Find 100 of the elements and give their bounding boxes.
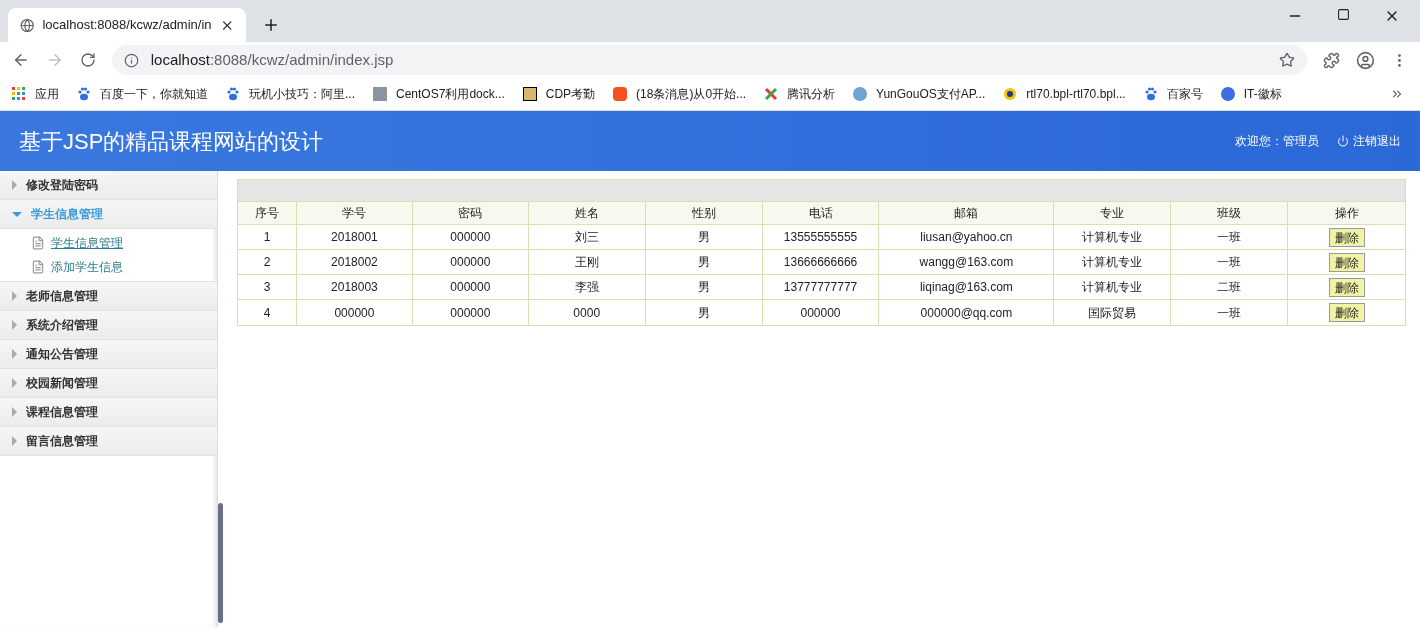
column-header: 操作 xyxy=(1333,205,1360,222)
table-cell: wangg@163.com xyxy=(879,250,1055,274)
bookmark-item[interactable]: 百家号 xyxy=(1143,85,1203,103)
table-cell: 男 xyxy=(645,250,763,274)
bookmark-item[interactable]: IT-徽标 xyxy=(1220,85,1282,103)
profile-icon[interactable] xyxy=(1356,50,1376,70)
browser-tab[interactable]: localhost:8088/kcwz/admin/in xyxy=(8,8,246,42)
bookmark-item[interactable]: 应用 xyxy=(12,85,59,103)
paw-icon xyxy=(77,87,91,101)
url-text: localhost:8088/kcwz/admin/index.jsp xyxy=(150,49,394,70)
delete-button[interactable]: 删除 xyxy=(1328,277,1365,297)
back-icon[interactable] xyxy=(12,51,30,69)
menu-group[interactable]: 校园新闻管理 xyxy=(0,369,217,398)
delete-button[interactable]: 删除 xyxy=(1328,252,1365,272)
table-cell: 男 xyxy=(645,225,763,249)
submenu-link[interactable]: 学生信息管理 xyxy=(51,234,123,252)
extensions-icon[interactable] xyxy=(1323,51,1341,69)
globe-icon xyxy=(20,17,35,33)
bookmark-item[interactable]: 腾讯分析 xyxy=(764,85,836,103)
picture-frame-icon xyxy=(522,87,537,101)
menu-group[interactable]: 留言信息管理 xyxy=(0,427,217,456)
table-cell: 13555555555 xyxy=(762,225,880,249)
page-icon xyxy=(31,236,45,250)
maximize-icon[interactable] xyxy=(1337,8,1350,21)
table-cell: 000000@qq.com xyxy=(879,300,1055,325)
caret-right-icon xyxy=(12,436,17,446)
caret-right-icon xyxy=(12,180,17,190)
caret-right-icon xyxy=(12,320,17,330)
table-cell: 男 xyxy=(645,275,763,299)
table-cell: 000000 xyxy=(412,250,529,274)
column-header: 序号 xyxy=(238,202,297,224)
bookmark-item[interactable]: rtl70.bpl-rtl70.bpl... xyxy=(1003,85,1126,103)
caret-right-icon xyxy=(12,291,17,301)
circle-logo-icon xyxy=(853,87,868,101)
column-header: 密码 xyxy=(412,202,529,224)
reload-icon[interactable] xyxy=(79,52,96,68)
column-header: 专业 xyxy=(1054,202,1172,224)
paw-icon xyxy=(1143,87,1158,101)
menu-group[interactable]: 通知公告管理 xyxy=(0,340,217,369)
table-cell: 0000 xyxy=(528,300,646,325)
delete-button[interactable]: 删除 xyxy=(1328,303,1365,322)
table-cell: 2018003 xyxy=(296,275,413,299)
circle-logo-icon xyxy=(1220,87,1235,101)
new-tab-icon[interactable] xyxy=(262,16,280,34)
column-header: 电话 xyxy=(762,202,880,224)
table-cell: 一班 xyxy=(1171,300,1289,325)
table-cell: 13666666666 xyxy=(762,250,880,274)
splitter-handle[interactable] xyxy=(218,503,223,623)
table-cell: 000000 xyxy=(762,300,880,325)
table-cell: 000000 xyxy=(412,275,529,299)
column-header: 性别 xyxy=(645,202,763,224)
paw-icon xyxy=(226,87,240,101)
disc-icon xyxy=(1003,87,1018,101)
table-cell: 刘三 xyxy=(528,225,646,249)
column-header: 姓名 xyxy=(528,202,646,224)
table-cell: 二班 xyxy=(1171,275,1289,299)
bookmark-item[interactable]: CDP考勤 xyxy=(522,85,596,103)
letter-tile-icon xyxy=(613,87,628,101)
page-icon xyxy=(31,260,45,274)
bookmark-item[interactable]: (18条消息)从0开始... xyxy=(613,85,747,103)
more-bookmarks-icon[interactable] xyxy=(1390,87,1404,101)
bookmark-item[interactable]: 百度一下，你就知道 xyxy=(77,85,208,103)
submenu-link[interactable]: 添加学生信息 xyxy=(51,258,123,276)
power-icon xyxy=(1337,135,1349,147)
table-cell: 计算机专业 xyxy=(1054,275,1172,299)
table-cell: 2018002 xyxy=(296,250,413,274)
menu-group[interactable]: 课程信息管理 xyxy=(0,398,217,427)
table-cell: 000000 xyxy=(296,300,413,325)
logout-link[interactable]: 注销退出 xyxy=(1337,132,1401,150)
column-header: 班级 xyxy=(1171,202,1289,224)
welcome-text: 欢迎您：管理员 xyxy=(1235,133,1319,150)
table-cell: 李强 xyxy=(528,275,646,299)
delete-button[interactable]: 删除 xyxy=(1328,227,1365,247)
caret-right-icon xyxy=(12,349,17,359)
table-cell: 13777777777 xyxy=(762,275,880,299)
menu-group[interactable]: 修改登陆密码 xyxy=(0,171,217,200)
table-cell: 2 xyxy=(238,250,297,274)
bookmark-star-icon[interactable] xyxy=(1279,52,1296,68)
table-cell: liqinag@163.com xyxy=(879,275,1055,299)
table-cell: 计算机专业 xyxy=(1054,225,1172,249)
table-cell: 2018001 xyxy=(296,225,413,249)
bookmark-item[interactable]: YunGouOS支付AP... xyxy=(853,85,986,103)
address-bar[interactable]: localhost:8088/kcwz/admin/index.jsp xyxy=(111,45,1308,75)
table-cell: 计算机专业 xyxy=(1054,250,1172,274)
column-header: 邮箱 xyxy=(879,202,1055,224)
caret-right-icon xyxy=(12,407,17,417)
menu-group[interactable]: 老师信息管理 xyxy=(0,282,217,311)
table-cell: 4 xyxy=(238,300,297,325)
bookmark-item[interactable]: 玩机小技巧：阿里... xyxy=(226,85,355,103)
column-header: 学号 xyxy=(296,202,413,224)
table-cell: 王刚 xyxy=(528,250,646,274)
bookmark-item[interactable]: CentOS7利用dock... xyxy=(373,85,505,103)
table-cell: 男 xyxy=(645,300,763,325)
table-cell: 3 xyxy=(238,275,297,299)
table-cell: liusan@yahoo.cn xyxy=(879,225,1055,249)
table-cell: 一班 xyxy=(1171,225,1289,249)
info-icon xyxy=(123,52,139,68)
menu-group[interactable]: 系统介绍管理 xyxy=(0,311,217,340)
table-cell: 一班 xyxy=(1171,250,1289,274)
table-cell: 000000 xyxy=(412,225,529,249)
